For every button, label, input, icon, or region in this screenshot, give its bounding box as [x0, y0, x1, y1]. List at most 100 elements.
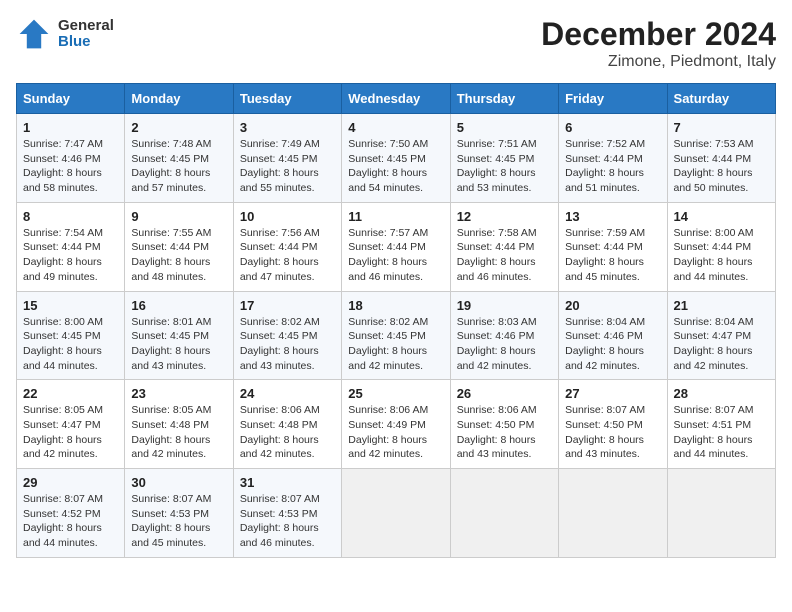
weekday-header-tuesday: Tuesday	[233, 84, 341, 114]
calendar-week-1: 1 Sunrise: 7:47 AMSunset: 4:46 PMDayligh…	[17, 114, 776, 203]
calendar-cell: 19 Sunrise: 8:03 AMSunset: 4:46 PMDaylig…	[450, 291, 558, 380]
day-info: Sunrise: 7:55 AMSunset: 4:44 PMDaylight:…	[131, 227, 211, 283]
weekday-header-monday: Monday	[125, 84, 233, 114]
calendar-cell: 8 Sunrise: 7:54 AMSunset: 4:44 PMDayligh…	[17, 202, 125, 291]
calendar-cell: 3 Sunrise: 7:49 AMSunset: 4:45 PMDayligh…	[233, 114, 341, 203]
day-info: Sunrise: 8:07 AMSunset: 4:53 PMDaylight:…	[240, 493, 320, 549]
logo: General Blue	[16, 16, 114, 52]
day-number: 31	[240, 475, 335, 490]
day-info: Sunrise: 8:06 AMSunset: 4:48 PMDaylight:…	[240, 404, 320, 460]
day-info: Sunrise: 8:06 AMSunset: 4:49 PMDaylight:…	[348, 404, 428, 460]
calendar-cell: 31 Sunrise: 8:07 AMSunset: 4:53 PMDaylig…	[233, 469, 341, 558]
weekday-header-friday: Friday	[559, 84, 667, 114]
day-info: Sunrise: 8:00 AMSunset: 4:44 PMDaylight:…	[674, 227, 754, 283]
day-info: Sunrise: 7:47 AMSunset: 4:46 PMDaylight:…	[23, 138, 103, 194]
day-number: 5	[457, 120, 552, 135]
day-info: Sunrise: 7:59 AMSunset: 4:44 PMDaylight:…	[565, 227, 645, 283]
calendar-cell: 21 Sunrise: 8:04 AMSunset: 4:47 PMDaylig…	[667, 291, 775, 380]
day-info: Sunrise: 7:52 AMSunset: 4:44 PMDaylight:…	[565, 138, 645, 194]
calendar-cell: 25 Sunrise: 8:06 AMSunset: 4:49 PMDaylig…	[342, 380, 450, 469]
day-info: Sunrise: 7:51 AMSunset: 4:45 PMDaylight:…	[457, 138, 537, 194]
calendar-title: December 2024	[541, 16, 776, 53]
day-number: 21	[674, 298, 769, 313]
day-number: 1	[23, 120, 118, 135]
day-info: Sunrise: 7:57 AMSunset: 4:44 PMDaylight:…	[348, 227, 428, 283]
calendar-cell: 20 Sunrise: 8:04 AMSunset: 4:46 PMDaylig…	[559, 291, 667, 380]
day-number: 6	[565, 120, 660, 135]
calendar-cell: 5 Sunrise: 7:51 AMSunset: 4:45 PMDayligh…	[450, 114, 558, 203]
calendar-table: SundayMondayTuesdayWednesdayThursdayFrid…	[16, 83, 776, 558]
calendar-week-3: 15 Sunrise: 8:00 AMSunset: 4:45 PMDaylig…	[17, 291, 776, 380]
day-number: 22	[23, 386, 118, 401]
weekday-header-row: SundayMondayTuesdayWednesdayThursdayFrid…	[17, 84, 776, 114]
day-number: 24	[240, 386, 335, 401]
calendar-cell: 29 Sunrise: 8:07 AMSunset: 4:52 PMDaylig…	[17, 469, 125, 558]
day-number: 18	[348, 298, 443, 313]
calendar-cell: 9 Sunrise: 7:55 AMSunset: 4:44 PMDayligh…	[125, 202, 233, 291]
title-block: December 2024 Zimone, Piedmont, Italy	[541, 16, 776, 71]
day-number: 14	[674, 209, 769, 224]
calendar-cell: 4 Sunrise: 7:50 AMSunset: 4:45 PMDayligh…	[342, 114, 450, 203]
logo-line2: Blue	[58, 34, 114, 51]
day-number: 23	[131, 386, 226, 401]
day-info: Sunrise: 8:01 AMSunset: 4:45 PMDaylight:…	[131, 316, 211, 372]
calendar-cell: 16 Sunrise: 8:01 AMSunset: 4:45 PMDaylig…	[125, 291, 233, 380]
calendar-cell: 22 Sunrise: 8:05 AMSunset: 4:47 PMDaylig…	[17, 380, 125, 469]
calendar-cell: 7 Sunrise: 7:53 AMSunset: 4:44 PMDayligh…	[667, 114, 775, 203]
weekday-header-sunday: Sunday	[17, 84, 125, 114]
calendar-cell	[667, 469, 775, 558]
day-number: 9	[131, 209, 226, 224]
day-info: Sunrise: 8:07 AMSunset: 4:52 PMDaylight:…	[23, 493, 103, 549]
day-number: 3	[240, 120, 335, 135]
calendar-cell: 15 Sunrise: 8:00 AMSunset: 4:45 PMDaylig…	[17, 291, 125, 380]
weekday-header-saturday: Saturday	[667, 84, 775, 114]
day-number: 11	[348, 209, 443, 224]
day-info: Sunrise: 8:06 AMSunset: 4:50 PMDaylight:…	[457, 404, 537, 460]
calendar-cell: 30 Sunrise: 8:07 AMSunset: 4:53 PMDaylig…	[125, 469, 233, 558]
calendar-cell	[559, 469, 667, 558]
day-number: 20	[565, 298, 660, 313]
weekday-header-wednesday: Wednesday	[342, 84, 450, 114]
day-number: 10	[240, 209, 335, 224]
calendar-cell: 14 Sunrise: 8:00 AMSunset: 4:44 PMDaylig…	[667, 202, 775, 291]
day-info: Sunrise: 8:05 AMSunset: 4:47 PMDaylight:…	[23, 404, 103, 460]
calendar-cell: 10 Sunrise: 7:56 AMSunset: 4:44 PMDaylig…	[233, 202, 341, 291]
calendar-week-5: 29 Sunrise: 8:07 AMSunset: 4:52 PMDaylig…	[17, 469, 776, 558]
day-info: Sunrise: 7:49 AMSunset: 4:45 PMDaylight:…	[240, 138, 320, 194]
day-info: Sunrise: 8:02 AMSunset: 4:45 PMDaylight:…	[348, 316, 428, 372]
day-info: Sunrise: 7:50 AMSunset: 4:45 PMDaylight:…	[348, 138, 428, 194]
logo-text: General Blue	[58, 18, 114, 51]
day-number: 30	[131, 475, 226, 490]
day-number: 7	[674, 120, 769, 135]
weekday-header-thursday: Thursday	[450, 84, 558, 114]
logo-icon	[16, 16, 52, 52]
calendar-cell: 2 Sunrise: 7:48 AMSunset: 4:45 PMDayligh…	[125, 114, 233, 203]
calendar-cell	[342, 469, 450, 558]
calendar-cell: 12 Sunrise: 7:58 AMSunset: 4:44 PMDaylig…	[450, 202, 558, 291]
calendar-cell: 18 Sunrise: 8:02 AMSunset: 4:45 PMDaylig…	[342, 291, 450, 380]
day-number: 26	[457, 386, 552, 401]
day-number: 12	[457, 209, 552, 224]
calendar-cell: 17 Sunrise: 8:02 AMSunset: 4:45 PMDaylig…	[233, 291, 341, 380]
calendar-cell: 1 Sunrise: 7:47 AMSunset: 4:46 PMDayligh…	[17, 114, 125, 203]
calendar-cell: 23 Sunrise: 8:05 AMSunset: 4:48 PMDaylig…	[125, 380, 233, 469]
day-info: Sunrise: 8:05 AMSunset: 4:48 PMDaylight:…	[131, 404, 211, 460]
day-number: 29	[23, 475, 118, 490]
day-number: 25	[348, 386, 443, 401]
day-number: 28	[674, 386, 769, 401]
day-number: 4	[348, 120, 443, 135]
calendar-cell: 28 Sunrise: 8:07 AMSunset: 4:51 PMDaylig…	[667, 380, 775, 469]
day-info: Sunrise: 7:54 AMSunset: 4:44 PMDaylight:…	[23, 227, 103, 283]
calendar-week-2: 8 Sunrise: 7:54 AMSunset: 4:44 PMDayligh…	[17, 202, 776, 291]
day-info: Sunrise: 8:04 AMSunset: 4:47 PMDaylight:…	[674, 316, 754, 372]
calendar-cell: 27 Sunrise: 8:07 AMSunset: 4:50 PMDaylig…	[559, 380, 667, 469]
day-number: 27	[565, 386, 660, 401]
day-info: Sunrise: 8:07 AMSunset: 4:51 PMDaylight:…	[674, 404, 754, 460]
day-info: Sunrise: 8:04 AMSunset: 4:46 PMDaylight:…	[565, 316, 645, 372]
day-number: 16	[131, 298, 226, 313]
day-number: 2	[131, 120, 226, 135]
day-number: 13	[565, 209, 660, 224]
day-number: 15	[23, 298, 118, 313]
calendar-subtitle: Zimone, Piedmont, Italy	[541, 53, 776, 71]
page-header: General Blue December 2024 Zimone, Piedm…	[16, 16, 776, 71]
